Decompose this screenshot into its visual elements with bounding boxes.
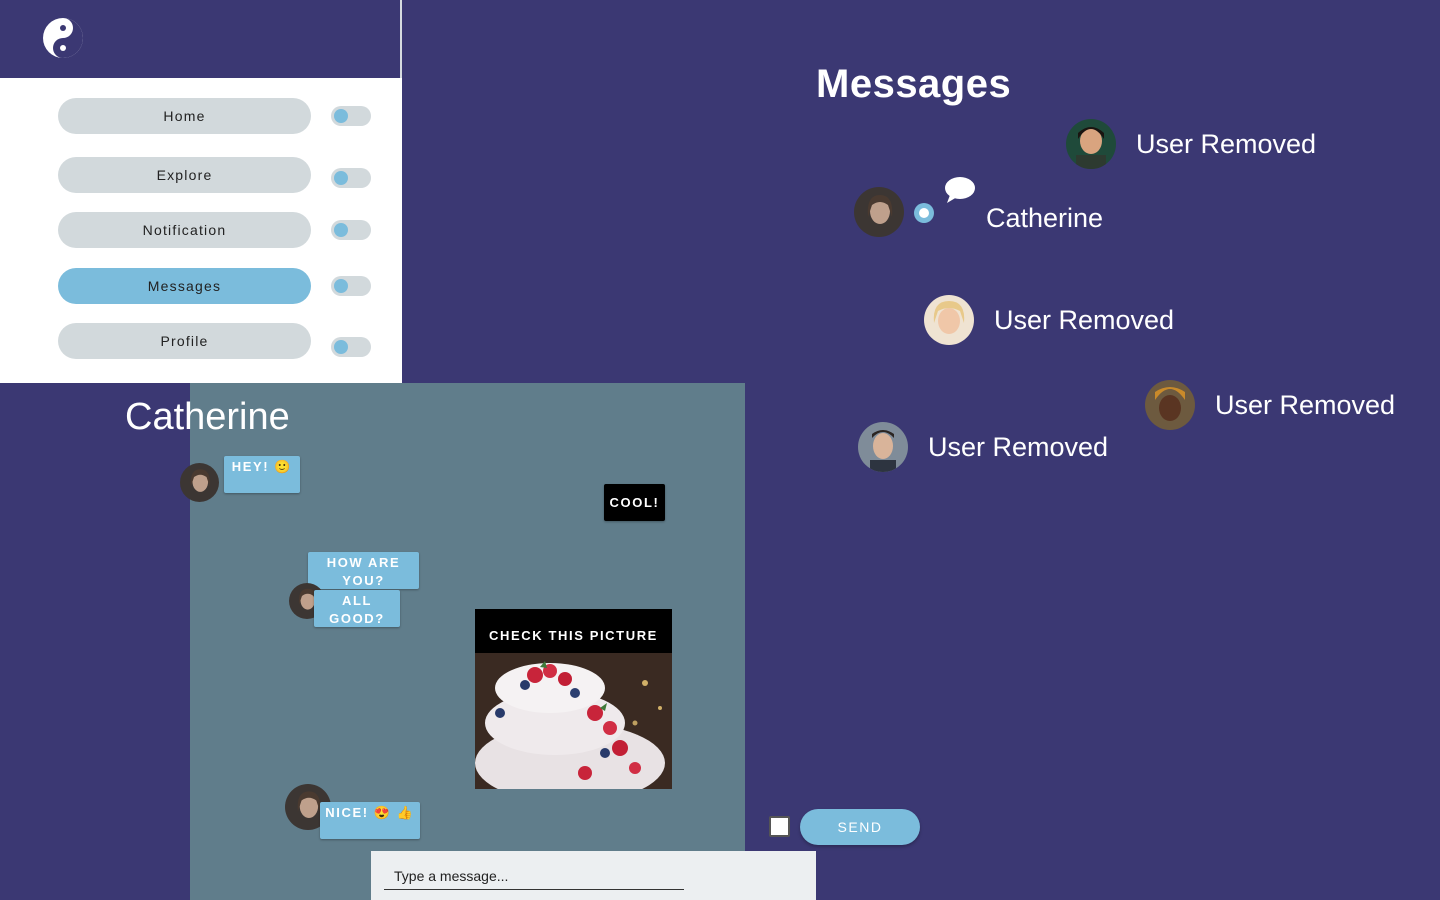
send-button[interactable]: SEND <box>800 809 920 845</box>
nav-explore-button[interactable]: Explore <box>58 157 311 193</box>
image-caption: CHECK THIS PICTURE <box>489 628 658 643</box>
toggle-home[interactable] <box>331 106 371 126</box>
chat-message: ALL GOOD? <box>314 590 400 627</box>
cake-image <box>475 653 672 789</box>
attach-checkbox[interactable] <box>769 816 790 837</box>
avatar <box>924 295 974 345</box>
toggle-knob <box>334 171 348 185</box>
contact-item[interactable]: User Removed <box>1066 119 1316 169</box>
toggle-knob <box>334 279 348 293</box>
avatar <box>858 422 908 472</box>
contact-item[interactable]: User Removed <box>924 295 1174 345</box>
nav-home-button[interactable]: Home <box>58 98 311 134</box>
contact-name: Catherine <box>986 203 1104 233</box>
contact-item[interactable]: User Removed <box>858 422 1108 472</box>
contact-name: User Removed <box>1215 389 1396 420</box>
toggle-knob <box>334 109 348 123</box>
message-input[interactable] <box>384 863 684 890</box>
contact-item-catherine[interactable] <box>854 187 904 237</box>
messages-title: Messages <box>816 62 1012 106</box>
chat-message: NICE! 😍 👍 <box>320 802 420 839</box>
toggle-knob <box>334 340 348 354</box>
sidebar-nav: Home Explore Notification Messages Profi… <box>0 78 402 383</box>
nav-profile-button[interactable]: Profile <box>58 323 311 359</box>
chat-contact-name: Catherine <box>125 396 290 438</box>
selected-radio[interactable] <box>914 203 934 223</box>
avatar <box>1145 380 1195 430</box>
contact-name: User Removed <box>928 431 1109 462</box>
chat-message: HOW ARE YOU? <box>308 552 419 589</box>
nav-notification-button[interactable]: Notification <box>58 212 311 248</box>
sidebar-header <box>0 0 400 78</box>
toggle-profile[interactable] <box>331 337 371 357</box>
toggle-notification[interactable] <box>331 220 371 240</box>
message-composer <box>371 851 816 900</box>
chat-message: HEY! 🙂 <box>224 456 300 493</box>
yin-yang-icon[interactable] <box>42 17 84 59</box>
contact-name: User Removed <box>994 304 1175 335</box>
chat-message: COOL! <box>604 484 665 521</box>
contact-name-row[interactable]: Catherine <box>966 203 1103 234</box>
contact-item[interactable]: User Removed <box>1145 380 1395 430</box>
image-message[interactable]: CHECK THIS PICTURE <box>475 609 672 789</box>
avatar <box>854 187 904 237</box>
avatar <box>1066 119 1116 169</box>
toggle-messages[interactable] <box>331 276 371 296</box>
speech-bubble-icon[interactable] <box>944 176 976 204</box>
nav-messages-button[interactable]: Messages <box>58 268 311 304</box>
toggle-knob <box>334 223 348 237</box>
contact-name: User Removed <box>1136 128 1317 159</box>
avatar <box>180 463 219 502</box>
toggle-explore[interactable] <box>331 168 371 188</box>
